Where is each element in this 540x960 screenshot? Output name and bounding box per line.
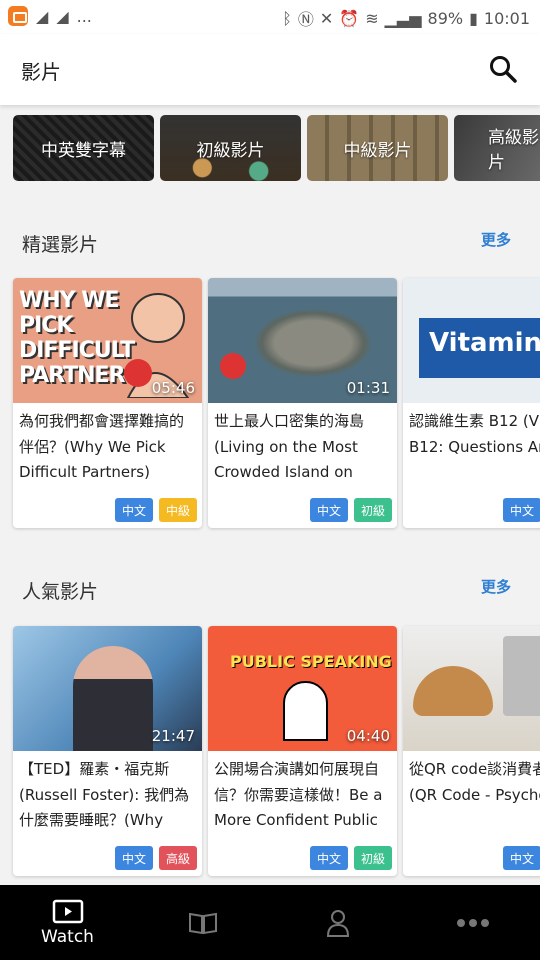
language-tag: 中文	[310, 498, 348, 522]
channel-logo-icon	[220, 353, 246, 379]
nav-item-profile[interactable]	[270, 885, 405, 960]
video-card[interactable]: 21:47 【TED】羅素・福克斯 (Russell Foster): 我們為什…	[13, 626, 202, 876]
video-duration: 21:47	[151, 727, 195, 745]
wifi-icon: ≋	[365, 8, 379, 28]
video-title: 從QR code談消費者行為 (QR Code - Psychology of	[409, 760, 540, 804]
nav-item-library[interactable]	[135, 885, 270, 960]
video-tags: 中文 初級	[310, 846, 392, 870]
play-icon	[52, 899, 83, 923]
video-card[interactable]: Vitamin B 認識維生素 B12 (Vitamin B12: Questi…	[403, 278, 540, 528]
illustration	[283, 681, 328, 741]
category-chip[interactable]: 高級影片	[454, 115, 540, 181]
mute-icon: ✕	[319, 8, 334, 28]
video-carousel[interactable]: WHY WE PICK DIFFICULT PARTNERS 05:46 為何我…	[13, 278, 540, 528]
video-carousel[interactable]: 21:47 【TED】羅素・福克斯 (Russell Foster): 我們為什…	[13, 626, 540, 876]
video-title: 【TED】羅素・福克斯 (Russell Foster): 我們為什麼需要睡眠？…	[19, 760, 190, 829]
notification-icon: ◢	[56, 6, 69, 26]
language-tag: 中文	[503, 846, 540, 870]
app-header: 影片	[0, 34, 540, 105]
category-chip[interactable]: 中級影片	[307, 115, 448, 181]
category-chip[interactable]: 中英雙字幕	[13, 115, 154, 181]
nfc-icon: Ⓝ	[297, 10, 314, 29]
video-tags: 中文	[503, 846, 540, 870]
page-title: 影片	[21, 60, 61, 84]
battery-percent: 89%	[427, 8, 464, 28]
video-tags: 中文 初級	[310, 498, 392, 522]
status-bar-notifications: ◢ ◢ ...	[8, 6, 92, 26]
bluetooth-icon: ᛒ	[282, 8, 292, 28]
language-tag: 中文	[115, 846, 153, 870]
more-link[interactable]: 更多	[481, 229, 511, 250]
video-card[interactable]: WHY WE PICK DIFFICULT PARTNERS 05:46 為何我…	[13, 278, 202, 528]
video-thumbnail: PUBLIC SPEAKING 04:40	[208, 626, 397, 751]
nav-label: Watch	[41, 926, 94, 947]
notification-icon: ◢	[36, 6, 49, 26]
more-notifications-indicator: ...	[76, 6, 92, 26]
more-link[interactable]: 更多	[481, 576, 511, 597]
video-thumbnail: 01:31	[208, 278, 397, 403]
nav-item-more[interactable]	[405, 885, 540, 960]
nav-item-watch[interactable]: Watch	[0, 885, 135, 960]
section-title: 人氣影片	[22, 581, 99, 603]
level-tag: 初級	[354, 846, 392, 870]
category-chip[interactable]: 初級影片	[160, 115, 301, 181]
thumbnail-text: Vitamin B	[419, 318, 540, 378]
book-icon	[188, 912, 217, 934]
illustration	[413, 666, 493, 716]
status-bar: ◢ ◢ ... ᛒ Ⓝ ✕ ⏰ ≋ ▁▃▅ 89% ▮ 10:01	[0, 0, 540, 34]
signal-icon: ▁▃▅	[384, 8, 422, 28]
video-thumbnail	[403, 626, 540, 751]
illustration	[253, 308, 373, 378]
video-tags: 中文	[503, 498, 540, 522]
video-tags: 中文 高級	[115, 846, 197, 870]
category-label: 中英雙字幕	[41, 140, 126, 161]
video-title: 認識維生素 B12 (Vitamin B12: Questions Answ	[409, 412, 540, 456]
video-tags: 中文 中級	[115, 498, 197, 522]
level-tag: 中級	[159, 498, 197, 522]
level-tag: 初級	[354, 498, 392, 522]
status-bar-system: ᛒ Ⓝ ✕ ⏰ ≋ ▁▃▅ 89% ▮ 10:01	[282, 6, 530, 30]
video-title: 為何我們都會選擇難搞的伴侶？(Why We Pick Difficult Par…	[19, 412, 185, 481]
video-title: 公開場合演講如何展現自信？你需要這樣做！Be a More Confident …	[214, 760, 383, 829]
search-icon	[490, 56, 517, 83]
category-label: 高級影片	[488, 128, 539, 173]
video-thumbnail: Vitamin B	[403, 278, 540, 403]
video-duration: 01:31	[346, 379, 390, 397]
illustration	[73, 646, 153, 751]
person-icon	[326, 909, 349, 937]
level-tag: 高級	[159, 846, 197, 870]
clock: 10:01	[483, 8, 530, 28]
language-tag: 中文	[503, 498, 540, 522]
video-thumbnail: WHY WE PICK DIFFICULT PARTNERS 05:46	[13, 278, 202, 403]
thumbnail-text: PUBLIC SPEAKING	[230, 652, 392, 671]
video-duration: 05:46	[151, 379, 195, 397]
video-thumbnail: 21:47	[13, 626, 202, 751]
battery-icon: ▮	[469, 8, 478, 28]
video-card[interactable]: 從QR code談消費者行為 (QR Code - Psychology of …	[403, 626, 540, 876]
category-carousel[interactable]: 中英雙字幕 初級影片 中級影片 高級影片	[13, 115, 540, 181]
video-card[interactable]: PUBLIC SPEAKING 04:40 公開場合演講如何展現自信？你需要這樣…	[208, 626, 397, 876]
illustration	[503, 636, 540, 716]
bottom-nav: Watch	[0, 885, 540, 960]
language-tag: 中文	[310, 846, 348, 870]
search-button[interactable]	[488, 54, 518, 84]
alarm-icon: ⏰	[339, 8, 360, 28]
language-tag: 中文	[115, 498, 153, 522]
category-label: 初級影片	[196, 140, 265, 161]
app-notification-icon	[8, 6, 28, 26]
video-duration: 04:40	[346, 727, 390, 745]
more-icon	[456, 918, 489, 927]
category-label: 中級影片	[343, 140, 412, 161]
video-card[interactable]: 01:31 世上最人口密集的海島 (Living on the Most Cro…	[208, 278, 397, 528]
section-title: 精選影片	[22, 234, 99, 256]
video-title: 世上最人口密集的海島 (Living on the Most Crowded I…	[214, 412, 365, 481]
content-scroll[interactable]: 中英雙字幕 初級影片 中級影片 高級影片 精選影片 更多 WHY WE PICK…	[0, 105, 540, 885]
